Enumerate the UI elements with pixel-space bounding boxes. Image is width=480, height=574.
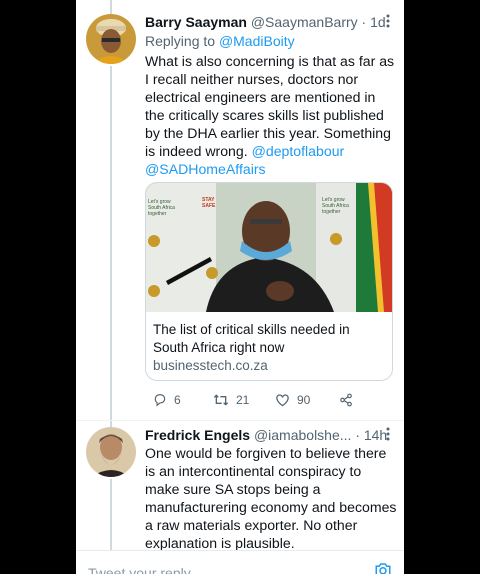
- thread-line-next: [110, 479, 112, 551]
- tweet-body-text: One would be forgiven to believe there i…: [145, 445, 397, 551]
- share-action[interactable]: [339, 391, 353, 409]
- tweet-actions: 6 21 90: [145, 391, 395, 409]
- tweet-header: Fredrick Engels @iamabolshe... · 14h: [145, 426, 394, 444]
- reply-count: 6: [174, 393, 181, 407]
- like-count: 90: [297, 393, 311, 407]
- tweet-header: Barry Saayman @SaaymanBarry · 1d: [145, 13, 394, 31]
- retweet-icon: [213, 393, 229, 407]
- card-title: The list of critical skills needed in So…: [153, 322, 350, 355]
- share-icon: [339, 393, 353, 407]
- thread-line-top: [110, 0, 112, 14]
- tweet-barry-saayman[interactable]: Barry Saayman @SaaymanBarry · 1d Replyin…: [76, 0, 404, 430]
- tweet-text: What is also concerning is that as far a…: [145, 52, 397, 178]
- like-action[interactable]: 90: [275, 391, 310, 409]
- card-image: Let's grow South Africa together Let's g…: [146, 183, 392, 312]
- reply-action[interactable]: 6: [153, 391, 181, 409]
- avatar[interactable]: [86, 14, 136, 64]
- more-options-icon[interactable]: [386, 427, 390, 443]
- link-preview-card[interactable]: Let's grow South Africa together Let's g…: [145, 182, 393, 381]
- camera-icon[interactable]: [374, 562, 392, 574]
- backdrop-text-left: Let's grow South Africa together: [148, 199, 175, 217]
- more-options-icon[interactable]: [386, 14, 390, 30]
- author-handle[interactable]: @SaaymanBarry: [251, 14, 358, 30]
- mention-deptoflabour[interactable]: @deptoflabour: [252, 143, 345, 159]
- heart-icon: [275, 393, 290, 407]
- retweet-action[interactable]: 21: [213, 391, 249, 409]
- thread-line-reply: [110, 66, 112, 430]
- tweet-fredrick-engels[interactable]: Fredrick Engels @iamabolshe... · 14h One…: [76, 421, 404, 551]
- tweet-thread-screen: Barry Saayman @SaaymanBarry · 1d Replyin…: [76, 0, 404, 574]
- reply-icon: [153, 393, 167, 407]
- reply-input[interactable]: Tweet your reply: [88, 565, 191, 574]
- retweet-count: 21: [236, 393, 250, 407]
- author-name[interactable]: Barry Saayman: [145, 14, 247, 30]
- backdrop-logo: STAY SAFE: [202, 197, 216, 209]
- backdrop-text-right: Let's grow South Africa together: [322, 197, 349, 215]
- reply-composer-bar: Tweet your reply: [76, 550, 404, 574]
- replying-to-handle[interactable]: @MadiBoity: [219, 33, 295, 49]
- replying-to-line: Replying to @MadiBoity: [145, 32, 397, 50]
- tweet-time[interactable]: · 14h: [355, 427, 387, 443]
- author-name[interactable]: Fredrick Engels: [145, 427, 250, 443]
- mention-sadhomeaffairs[interactable]: @SADHomeAffairs: [145, 161, 266, 177]
- avatar[interactable]: [86, 427, 136, 477]
- tweet-time[interactable]: · 1d: [362, 14, 386, 30]
- replying-to-label: Replying to: [145, 33, 219, 49]
- author-handle[interactable]: @iamabolshe...: [254, 427, 351, 443]
- card-domain: businesstech.co.za: [153, 358, 268, 373]
